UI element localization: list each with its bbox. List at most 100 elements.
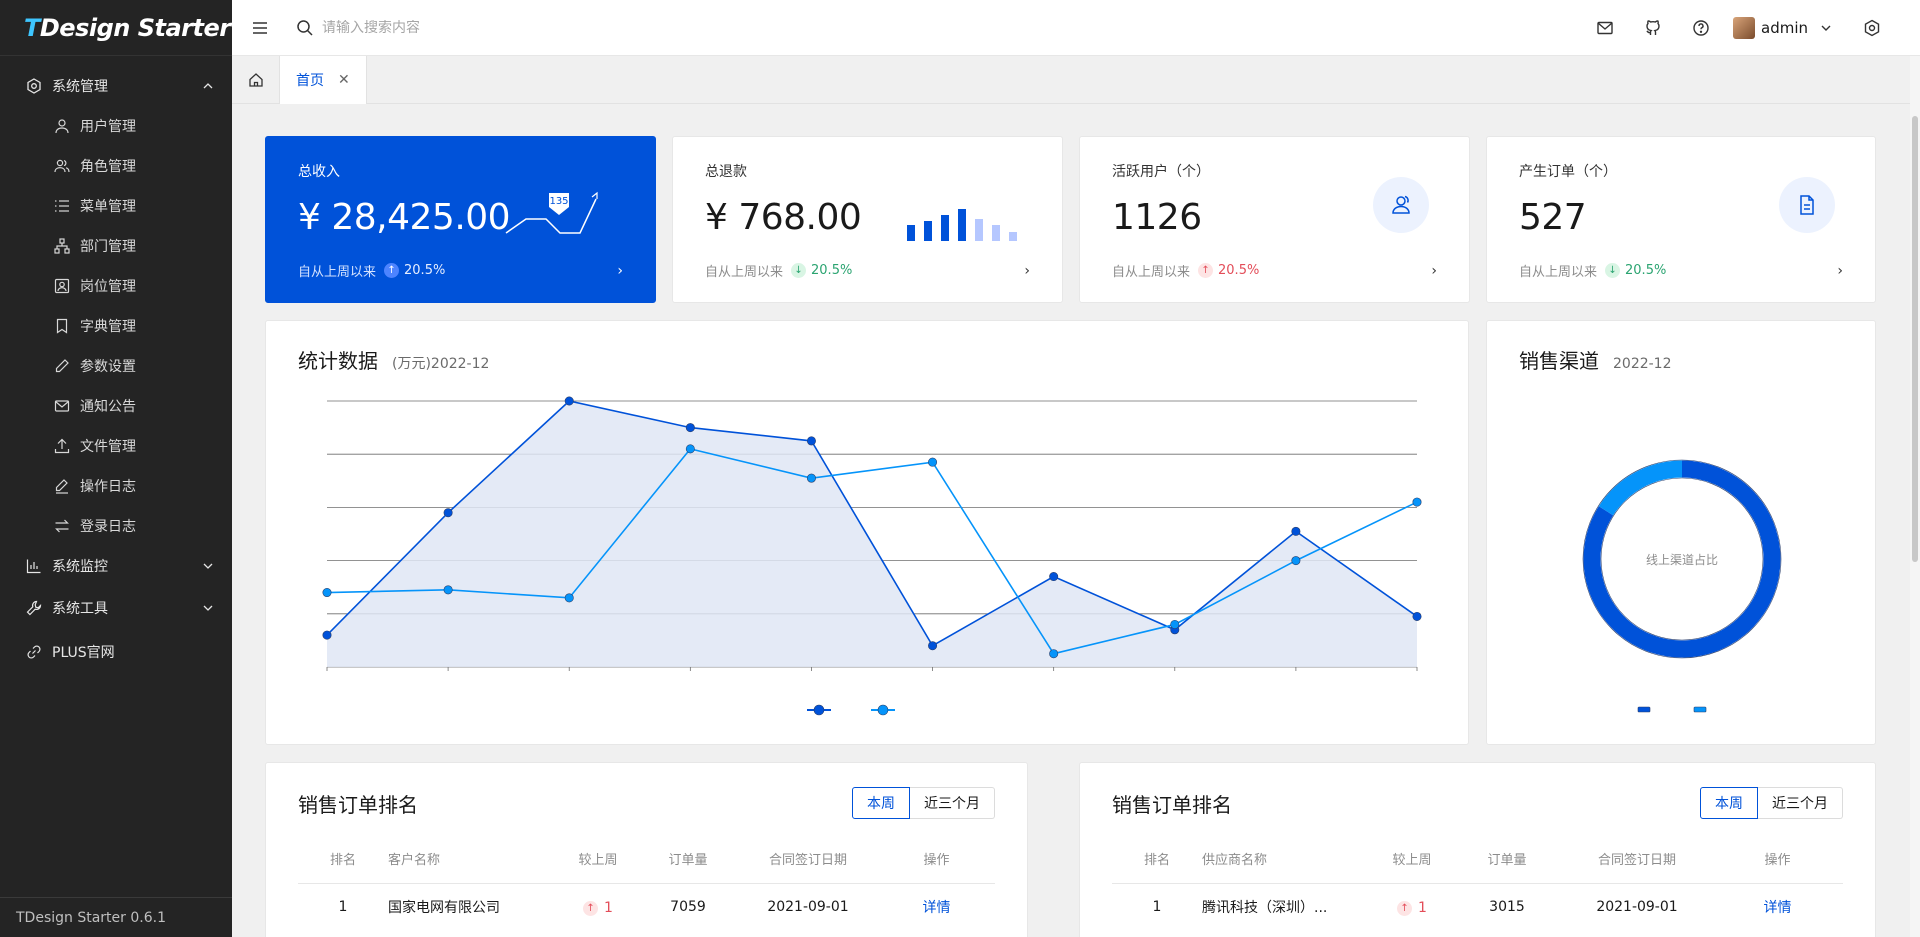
data-point xyxy=(564,593,574,603)
chevron-down-icon xyxy=(1821,25,1831,31)
legend-marker xyxy=(877,704,889,716)
arrow-down-icon: ↓ xyxy=(1605,263,1621,278)
table-header-row: 排名 客户名称 较上周 订单量 合同签订日期 操作 xyxy=(298,835,995,884)
tab-home[interactable] xyxy=(232,56,280,104)
panel-title: 销售订单排名 xyxy=(1112,792,1232,817)
scrollbar-thumb[interactable] xyxy=(1912,116,1918,562)
chevron-right-icon[interactable]: › xyxy=(1431,263,1437,279)
swap-icon xyxy=(52,516,72,536)
menu-item-file-management[interactable]: 文件管理 xyxy=(0,426,232,466)
legend-marker xyxy=(1637,706,1651,713)
sales-channel-panel: 销售渠道 2022-12 线上渠道占比 xyxy=(1486,320,1876,745)
github-icon xyxy=(1646,19,1660,35)
app-logo[interactable]: TDesign Starter xyxy=(0,0,232,56)
column-header[interactable]: 供应商名称 xyxy=(1202,835,1372,884)
last-three-months-button[interactable]: 近三个月 xyxy=(1758,787,1843,819)
trend-up: ↑ 20.5% xyxy=(1198,263,1259,278)
column-header[interactable]: 合同签订日期 xyxy=(738,835,878,884)
user-menu[interactable]: admin xyxy=(1733,16,1832,39)
id-card-icon xyxy=(52,276,72,296)
data-point xyxy=(685,444,695,454)
menu-toggle-button[interactable] xyxy=(232,0,288,56)
column-header[interactable]: 合同签订日期 xyxy=(1562,835,1712,884)
settings-icon xyxy=(24,76,44,96)
donut-chart[interactable]: 线上渠道占比 xyxy=(1487,321,1877,746)
column-header[interactable]: 客户名称 xyxy=(388,835,558,884)
upload-icon xyxy=(52,436,72,456)
mail-button[interactable] xyxy=(1581,0,1629,56)
help-button[interactable] xyxy=(1677,0,1725,56)
stats-chart-panel: 统计数据 (万元)2022-12 xyxy=(265,320,1469,745)
menu-group-label: 系统工具 xyxy=(52,601,108,617)
trend-down: ↓ 20.5% xyxy=(1605,263,1666,278)
column-header[interactable]: 排名 xyxy=(298,835,388,884)
last-three-months-button[interactable]: 近三个月 xyxy=(910,787,995,819)
data-point xyxy=(322,630,332,640)
this-week-button[interactable]: 本周 xyxy=(852,787,910,819)
arrow-up-icon: ↑ xyxy=(1198,263,1214,278)
stat-card-orders[interactable]: 产生订单（个） 527 自从上周以来 ↓ 20.5% › xyxy=(1486,136,1876,303)
menu-item-parameter-settings[interactable]: 参数设置 xyxy=(0,346,232,386)
menu-group-system-tools[interactable]: 系统工具 xyxy=(0,586,232,630)
menu-item-label: 通知公告 xyxy=(80,399,136,415)
edit-icon xyxy=(52,356,72,376)
stat-card-total-refund[interactable]: 总退款 ¥ 768.00 自从上周以来 ↓ 20.5% › xyxy=(672,136,1063,303)
menu-item-department-management[interactable]: 部门管理 xyxy=(0,226,232,266)
detail-link[interactable]: 详情 xyxy=(1764,900,1792,916)
search-input[interactable] xyxy=(322,19,582,36)
chevron-right-icon[interactable]: › xyxy=(1837,263,1843,279)
stat-footer: 自从上周以来 ↑ 20.5% › xyxy=(1112,261,1437,281)
column-header[interactable]: 操作 xyxy=(1712,835,1843,884)
tab-home-page[interactable]: 首页 ✕ xyxy=(280,56,367,104)
column-header[interactable]: 排名 xyxy=(1112,835,1202,884)
menu-group-system-monitor[interactable]: 系统监控 xyxy=(0,546,232,586)
action-cell: 详情 xyxy=(1712,883,1843,931)
github-button[interactable] xyxy=(1629,0,1677,56)
menu-item-user-management[interactable]: 用户管理 xyxy=(0,106,232,146)
change-value: 1 xyxy=(1418,900,1427,916)
data-point xyxy=(1412,611,1422,621)
settings-button[interactable] xyxy=(1848,0,1896,56)
users-icon xyxy=(52,156,72,176)
customer-cell: 国家电网有限公司 xyxy=(388,900,500,917)
this-week-button[interactable]: 本周 xyxy=(1700,787,1758,819)
stat-card-total-revenue[interactable]: 总收入 ¥ 28,425.00 135 自从上周以来 ↑ 20.5% › xyxy=(265,136,656,303)
data-point xyxy=(1170,619,1180,629)
menu-item-dictionary-management[interactable]: 字典管理 xyxy=(0,306,232,346)
column-header[interactable]: 较上周 xyxy=(558,835,638,884)
menu-group-label: 系统管理 xyxy=(52,79,108,95)
menu-item-plus-website[interactable]: PLUS官网 xyxy=(0,630,232,674)
menu-item-notice[interactable]: 通知公告 xyxy=(0,386,232,426)
list-icon xyxy=(52,196,72,216)
sparkline-badge: 135 xyxy=(549,196,568,207)
menu-item-menu-management[interactable]: 菜单管理 xyxy=(0,186,232,226)
column-header[interactable]: 较上周 xyxy=(1372,835,1452,884)
data-point xyxy=(322,588,332,598)
chevron-right-icon[interactable]: › xyxy=(1024,263,1030,279)
data-point xyxy=(1291,556,1301,566)
menu-item-post-management[interactable]: 岗位管理 xyxy=(0,266,232,306)
link-icon xyxy=(24,642,44,662)
menu-item-operation-log[interactable]: 操作日志 xyxy=(0,466,232,506)
tree-icon xyxy=(52,236,72,256)
data-point xyxy=(1049,649,1059,659)
menu-item-login-log[interactable]: 登录日志 xyxy=(0,506,232,546)
stat-since: 自从上周以来 xyxy=(1112,265,1191,280)
page-scrollbar[interactable] xyxy=(1910,56,1920,937)
top-header: admin xyxy=(232,0,1920,56)
detail-link[interactable]: 详情 xyxy=(923,900,951,916)
menu-item-label: PLUS官网 xyxy=(52,645,115,661)
data-point xyxy=(564,396,574,406)
line-chart[interactable] xyxy=(266,321,1470,746)
close-icon[interactable]: ✕ xyxy=(338,72,350,88)
menu-item-role-management[interactable]: 角色管理 xyxy=(0,146,232,186)
data-point xyxy=(443,508,453,518)
stat-card-active-users[interactable]: 活跃用户（个） 1126 自从上周以来 ↑ 20.5% › xyxy=(1079,136,1470,303)
rank-cell: 1 xyxy=(1152,899,1162,916)
column-header[interactable]: 订单量 xyxy=(638,835,738,884)
chevron-right-icon[interactable]: › xyxy=(617,263,623,279)
sales-rank-panel-right: 销售订单排名 本周 近三个月 排名 供应商名称 较上周 订单量 合同签订日期 操… xyxy=(1079,762,1876,937)
column-header[interactable]: 操作 xyxy=(878,835,995,884)
menu-group-system-management[interactable]: 系统管理 xyxy=(0,66,232,106)
column-header[interactable]: 订单量 xyxy=(1452,835,1562,884)
